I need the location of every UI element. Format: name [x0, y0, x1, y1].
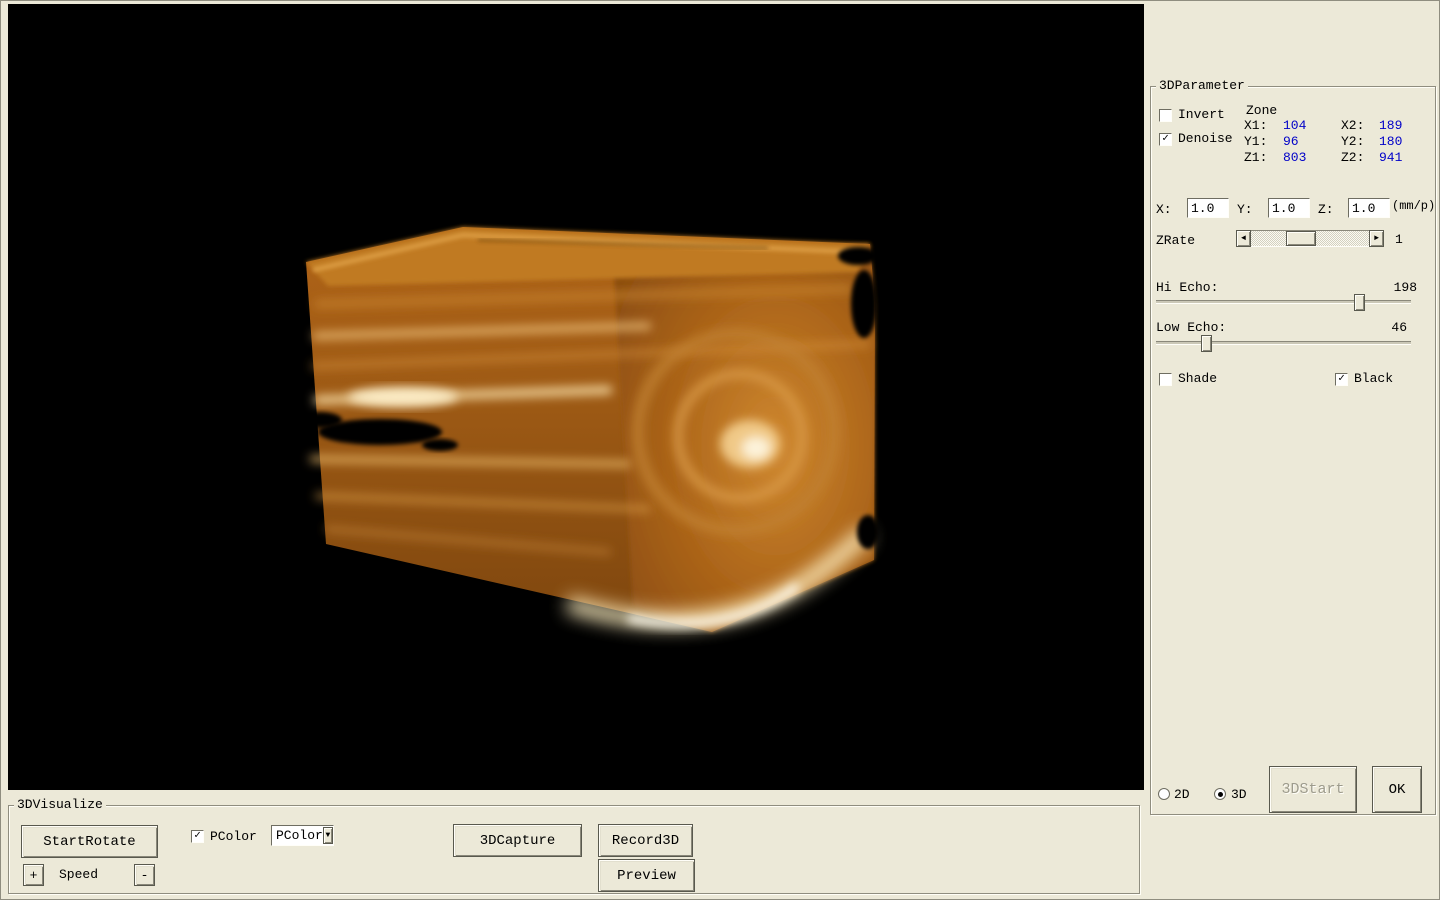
zone-y2-value: 180 [1379, 134, 1402, 149]
hi-echo-slider[interactable] [1156, 300, 1411, 304]
volume-render [8, 4, 1144, 790]
scale-y-label: Y: [1237, 202, 1253, 217]
radio-dot-icon [1218, 792, 1223, 797]
invert-checkbox[interactable] [1159, 109, 1172, 122]
scale-x-label: X: [1156, 202, 1172, 217]
zone-x1-label: X1: [1244, 118, 1267, 133]
zone-y1-label: Y1: [1244, 134, 1267, 149]
zrate-value: 1 [1395, 232, 1403, 247]
pcolor-dropdown-value: PColor [272, 828, 323, 843]
check-icon: ✓ [1162, 134, 1169, 145]
start-rotate-button[interactable]: StartRotate [21, 825, 158, 858]
zone-z1-value: 803 [1283, 150, 1306, 165]
hi-echo-value: 198 [1394, 280, 1417, 295]
start3d-button[interactable]: 3DStart [1269, 766, 1357, 813]
zrate-right-arrow-icon[interactable]: ► [1369, 230, 1384, 247]
low-echo-value: 46 [1391, 320, 1407, 335]
preview-button[interactable]: Preview [598, 859, 695, 892]
pcolor-label: PColor [210, 829, 257, 844]
zone-y2-label: Y2: [1341, 134, 1364, 149]
mode-3d-radio[interactable] [1214, 788, 1226, 800]
shade-checkbox[interactable] [1159, 373, 1172, 386]
mode-2d-radio[interactable] [1158, 788, 1170, 800]
visualize-panel: 3DVisualize StartRotate ✓ PColor PColor … [8, 805, 1140, 894]
low-echo-thumb[interactable] [1201, 335, 1212, 352]
zrate-thumb[interactable] [1286, 231, 1316, 246]
speed-label: Speed [59, 867, 98, 882]
record-3d-button[interactable]: Record3D [598, 824, 693, 857]
pcolor-checkbox[interactable]: ✓ [191, 830, 204, 843]
speed-minus-button[interactable]: - [134, 864, 155, 886]
scale-y-input[interactable] [1268, 198, 1310, 218]
mode-2d-label: 2D [1174, 787, 1190, 802]
zone-x1-value: 104 [1283, 118, 1306, 133]
zone-title: Zone [1246, 103, 1277, 118]
scale-unit-label: (mm/p) [1392, 199, 1435, 213]
capture-3d-button[interactable]: 3DCapture [453, 824, 582, 857]
zrate-scrollbar[interactable]: ◄ ► [1236, 230, 1384, 247]
pcolor-dropdown[interactable]: PColor ▼ [271, 825, 334, 846]
invert-label: Invert [1178, 107, 1225, 122]
denoise-checkbox[interactable]: ✓ [1159, 133, 1172, 146]
black-checkbox[interactable]: ✓ [1335, 373, 1348, 386]
speed-plus-button[interactable]: + [23, 864, 44, 886]
zrate-label: ZRate [1156, 233, 1195, 248]
low-echo-label: Low Echo: [1156, 320, 1226, 335]
zone-x2-label: X2: [1341, 118, 1364, 133]
scale-z-label: Z: [1318, 202, 1334, 217]
zone-z2-label: Z2: [1341, 150, 1364, 165]
chevron-down-icon[interactable]: ▼ [323, 827, 333, 844]
check-icon: ✓ [1338, 374, 1345, 385]
zrate-track[interactable] [1251, 230, 1369, 247]
ok-button[interactable]: OK [1372, 766, 1422, 813]
zrate-left-arrow-icon[interactable]: ◄ [1236, 230, 1251, 247]
scale-z-input[interactable] [1348, 198, 1390, 218]
zone-y1-value: 96 [1283, 134, 1299, 149]
render-viewport[interactable] [8, 4, 1144, 790]
zone-x2-value: 189 [1379, 118, 1402, 133]
black-label: Black [1354, 371, 1393, 386]
scale-x-input[interactable] [1187, 198, 1229, 218]
parameter-panel: 3DParameter Invert ✓ Denoise Zone X1: 10… [1150, 86, 1436, 815]
hi-echo-label: Hi Echo: [1156, 280, 1218, 295]
shade-label: Shade [1178, 371, 1217, 386]
hi-echo-thumb[interactable] [1354, 294, 1365, 311]
check-icon: ✓ [194, 831, 201, 842]
zone-z1-label: Z1: [1244, 150, 1267, 165]
parameter-panel-title: 3DParameter [1156, 78, 1248, 94]
denoise-label: Denoise [1178, 131, 1233, 146]
visualize-panel-title: 3DVisualize [14, 797, 106, 813]
mode-3d-label: 3D [1231, 787, 1247, 802]
zone-z2-value: 941 [1379, 150, 1402, 165]
low-echo-slider[interactable] [1156, 341, 1411, 345]
